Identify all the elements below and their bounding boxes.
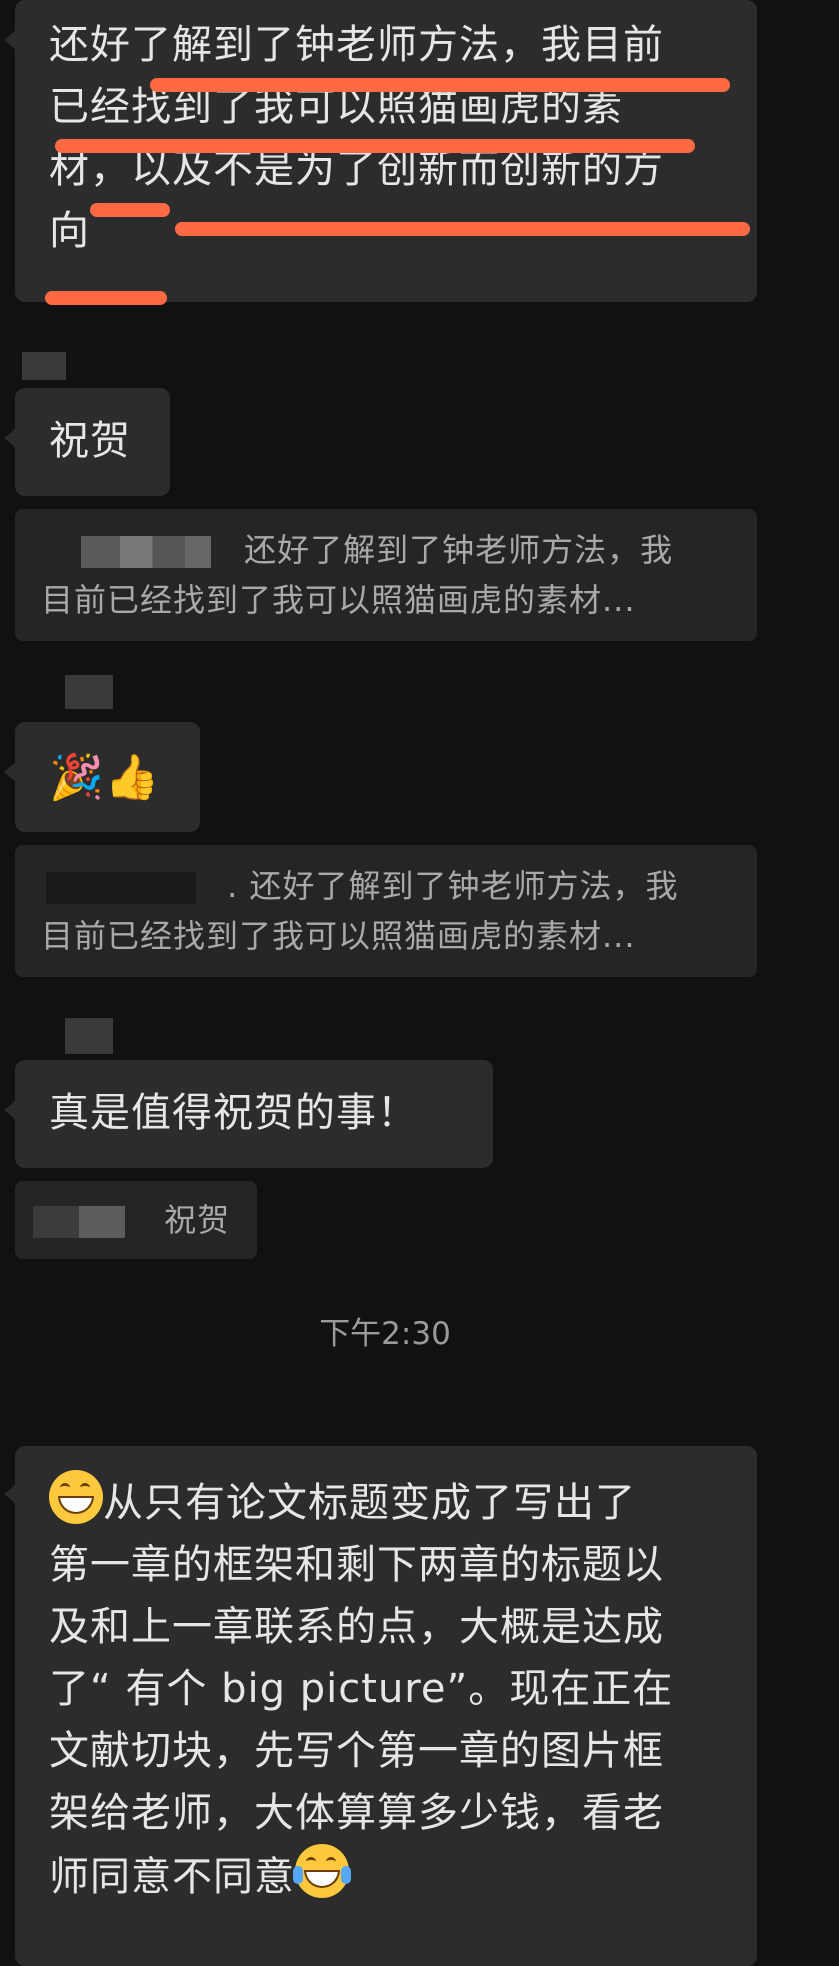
quoted-message-2[interactable]: . 还好了解到了钟老师方法，我 目前已经找到了我可以照猫画虎的素材... [15,845,757,977]
message-line-with-emoji: 从只有论文标题变成了写出了 [49,1470,757,1534]
message-emoji: 🎉👍 [49,752,161,803]
quoted-message-1[interactable]: 还好了解到了钟老师方法，我 目前已经找到了我可以照猫画虎的素材... [15,509,757,641]
message-line: 及和上一章联系的点，大概是达成 [49,1604,664,1650]
avatar[interactable] [22,352,66,380]
crying-laughing-face-icon [293,1844,351,1898]
quote-line: 目前已经找到了我可以照猫画虎的素材... [41,917,636,955]
message-bubble-2[interactable]: 祝贺 [4,388,170,496]
message-line-with-emoji: 师同意不同意 [49,1844,757,1908]
message-bubble-4[interactable]: 真是值得祝贺的事！ [4,1060,493,1168]
highlight-underline [90,203,170,217]
message-line: 师同意不同意 [49,1854,295,1900]
message-bubble-3[interactable]: 🎉👍 [4,722,200,832]
avatar[interactable] [65,675,113,709]
message-line: 第一章的框架和剩下两章的标题以 [49,1542,664,1588]
blurred-username [81,536,211,568]
message-line: 还好了解到了钟老师方法，我目前 [49,22,664,68]
avatar[interactable] [65,1018,113,1054]
highlight-underline [175,222,750,236]
timestamp: 下午2:30 [319,1316,451,1352]
quote-line: . 还好了解到了钟老师方法，我 [227,867,679,905]
message-line: 文献切块，先写个第一章的图片框 [49,1728,664,1774]
message-text: 祝贺 [49,418,131,464]
quote-line: 还好了解到了钟老师方法，我 [244,531,674,569]
message-line: 了“ 有个 big picture”。现在正在 [49,1666,674,1712]
grinning-face-icon [49,1470,103,1524]
highlight-underline [45,291,167,305]
blurred-username [46,872,196,904]
highlight-underline [150,78,730,92]
quote-text: 祝贺 [164,1201,231,1239]
quote-line: 目前已经找到了我可以照猫画虎的素材... [41,581,636,619]
message-text: 真是值得祝贺的事！ [49,1090,418,1136]
blurred-username [33,1206,125,1238]
quoted-message-3[interactable]: 祝贺 [15,1181,257,1259]
message-bubble-5[interactable]: 从只有论文标题变成了写出了 第一章的框架和剩下两章的标题以 及和上一章联系的点，… [4,1446,757,1966]
message-line: 架给老师，大体算算多少钱，看老 [49,1790,664,1836]
highlight-underline [55,139,695,153]
message-line: 从只有论文标题变成了写出了 [103,1480,636,1526]
